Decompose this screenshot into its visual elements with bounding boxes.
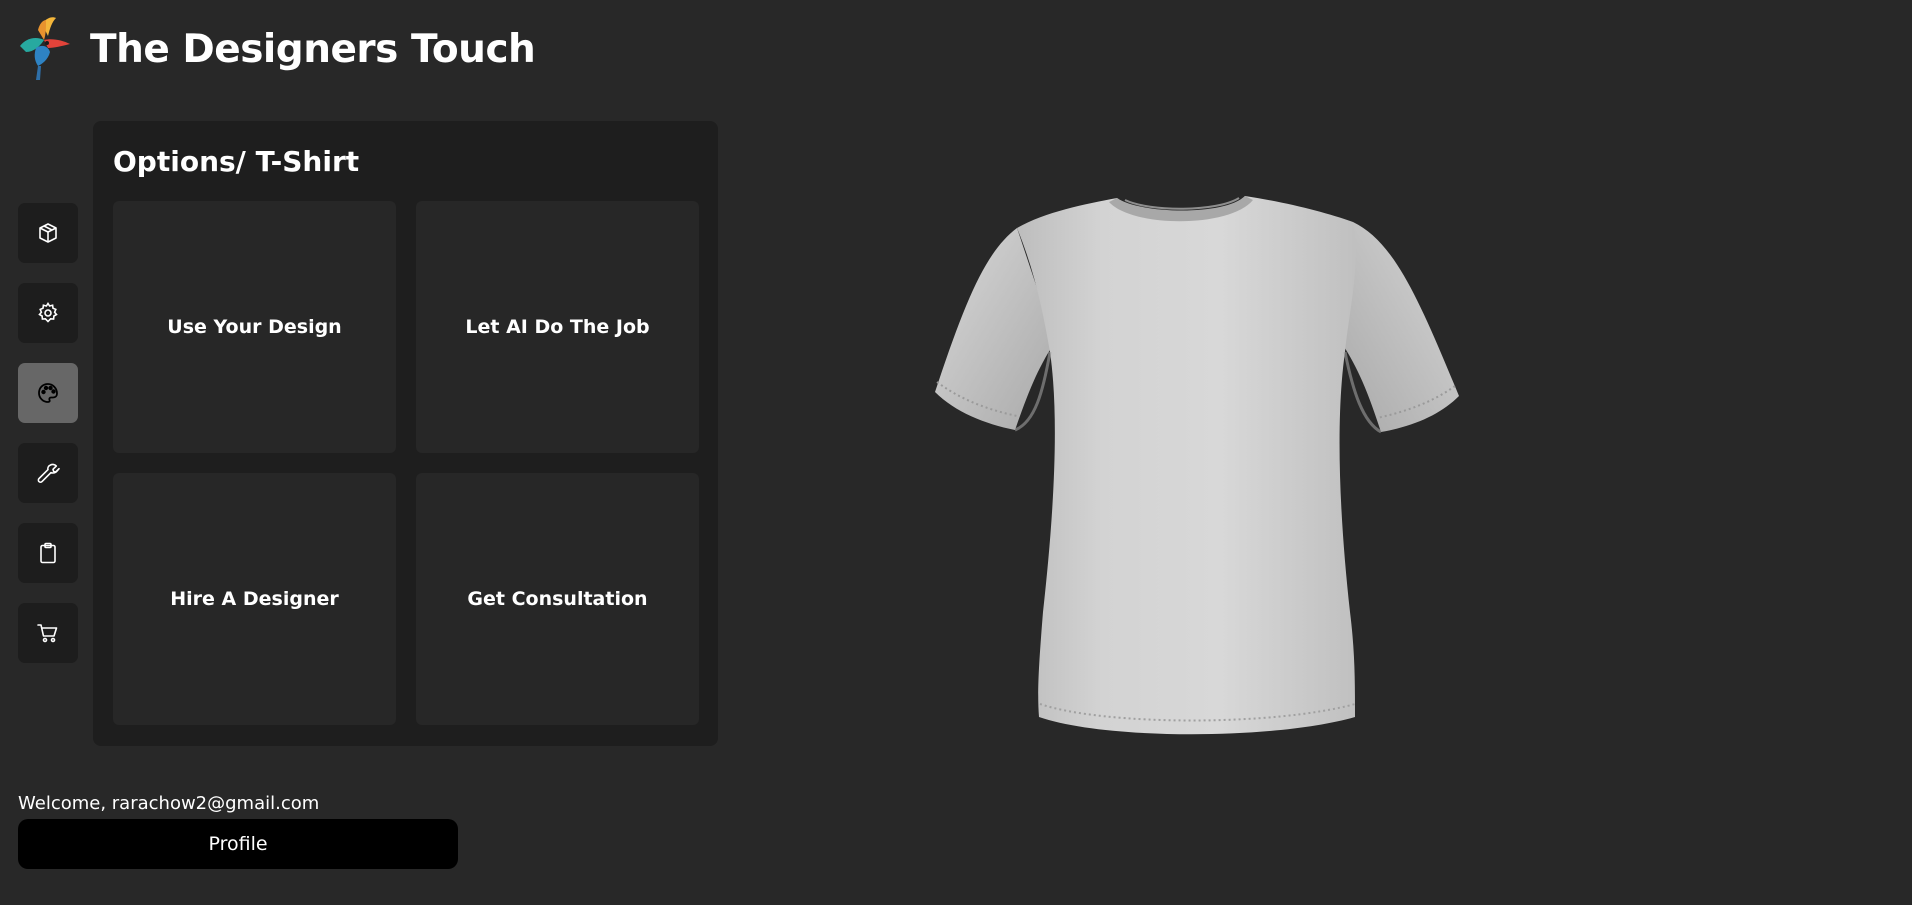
brand-title: The Designers Touch [90, 26, 536, 72]
profile-button[interactable]: Profile [18, 819, 458, 869]
sidebar-item-cart[interactable] [18, 603, 78, 663]
get-consultation-button[interactable]: Get Consultation [416, 473, 699, 725]
options-panel: Options/ T-Shirt Use Your Design Let AI … [93, 121, 718, 746]
wrench-icon [37, 463, 60, 483]
sidebar-item-design[interactable] [18, 363, 78, 423]
let-ai-do-the-job-button[interactable]: Let AI Do The Job [416, 201, 699, 453]
sidebar [18, 203, 78, 683]
panel-title: Options/ T-Shirt [113, 145, 360, 178]
cart-icon [37, 624, 58, 643]
palette-icon [38, 383, 58, 403]
welcome-text: Welcome, rarachow2@gmail.com [18, 793, 320, 814]
options-grid: Use Your Design Let AI Do The Job Hire A… [113, 201, 699, 725]
use-your-design-button[interactable]: Use Your Design [113, 201, 396, 453]
sidebar-item-orders[interactable] [18, 523, 78, 583]
clipboard-icon [40, 542, 56, 564]
sidebar-item-model[interactable] [18, 203, 78, 263]
sidebar-item-settings[interactable] [18, 283, 78, 343]
app-root: The Designers Touch Options/ T-Shirt Use… [0, 0, 1912, 905]
box-icon [39, 223, 57, 243]
hire-a-designer-button[interactable]: Hire A Designer [113, 473, 396, 725]
sidebar-item-tools[interactable] [18, 443, 78, 503]
hummingbird-logo-icon [20, 17, 70, 80]
header: The Designers Touch [16, 14, 536, 84]
tshirt-model[interactable] [925, 192, 1465, 752]
gear-icon [38, 302, 58, 323]
